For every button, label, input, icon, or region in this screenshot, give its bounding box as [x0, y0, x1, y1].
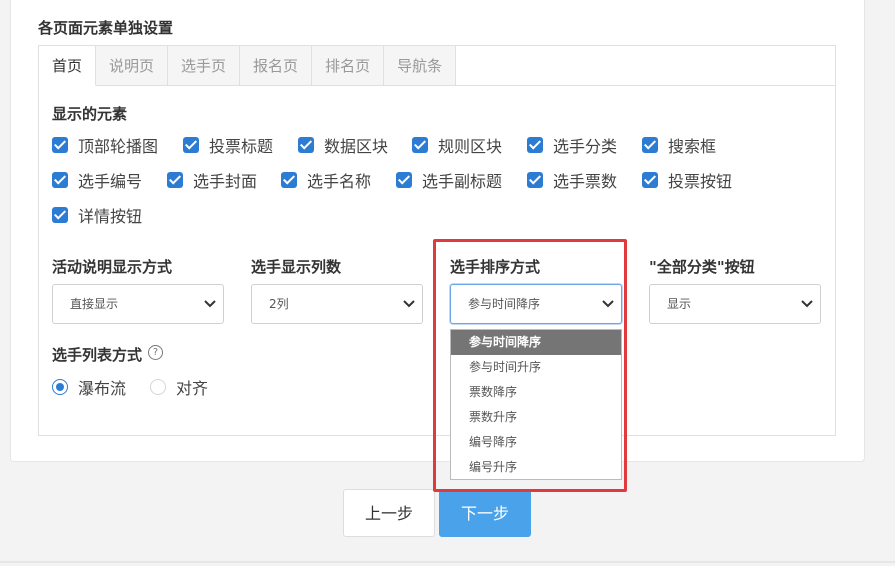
checkbox-label: 选手分类	[553, 137, 618, 156]
page-tabs: 首页 说明页 选手页 报名页 排名页 导航条	[39, 46, 457, 86]
list-mode-label: 选手列表方式	[52, 346, 143, 364]
chevron-down-icon	[602, 300, 614, 308]
chevron-down-icon	[801, 300, 813, 308]
checkbox-detail-button[interactable]: 详情按钮	[52, 203, 142, 227]
dropdown-option[interactable]: 票数升序	[451, 405, 621, 430]
checkbox-contestant-subtitle[interactable]: 选手副标题	[396, 168, 502, 192]
tab-ranking[interactable]: 排名页	[312, 46, 385, 86]
checkbox-search-box[interactable]: 搜索框	[642, 133, 716, 157]
page-bottom-divider	[0, 561, 895, 563]
checkbox-label: 选手副标题	[422, 172, 503, 191]
columns-select[interactable]: 2列	[251, 284, 423, 324]
checkbox-label: 选手票数	[553, 172, 618, 191]
checkbox-checked-icon	[298, 137, 314, 153]
checkbox-checked-icon	[642, 172, 658, 188]
checkbox-contestant-name[interactable]: 选手名称	[281, 168, 371, 192]
columns-label: 选手显示列数	[251, 258, 342, 276]
checkbox-checked-icon	[183, 137, 199, 153]
radio-unselected-icon	[150, 379, 166, 395]
dropdown-option[interactable]: 参与时间升序	[451, 355, 621, 380]
radio-selected-icon	[52, 379, 68, 395]
tab-signup[interactable]: 报名页	[240, 46, 313, 86]
checkbox-data-block[interactable]: 数据区块	[298, 133, 388, 157]
checkbox-label: 投票按钮	[668, 172, 733, 191]
all-category-button-select[interactable]: 显示	[649, 284, 821, 324]
radio-waterfall[interactable]: 瀑布流	[52, 375, 126, 399]
next-step-button[interactable]: 下一步	[439, 489, 531, 537]
dropdown-option[interactable]: 编号降序	[451, 430, 621, 455]
checkbox-label: 选手名称	[307, 172, 372, 191]
checkbox-rules-block[interactable]: 规则区块	[412, 133, 502, 157]
dropdown-option[interactable]: 票数降序	[451, 380, 621, 405]
elements-label: 显示的元素	[52, 105, 128, 123]
checkbox-label: 规则区块	[438, 137, 503, 156]
select-value: 2列	[269, 297, 289, 311]
radio-label: 对齐	[176, 379, 209, 398]
checkbox-contestant-category[interactable]: 选手分类	[527, 133, 617, 157]
checkbox-label: 搜索框	[668, 137, 717, 156]
all-category-button-label: "全部分类"按钮	[649, 258, 755, 276]
chevron-down-icon	[403, 300, 415, 308]
prev-step-button[interactable]: 上一步	[343, 489, 435, 537]
sort-order-dropdown: 参与时间降序 参与时间升序 票数降序 票数升序 编号降序 编号升序	[450, 329, 622, 480]
checkbox-label: 顶部轮播图	[78, 137, 159, 156]
radio-align[interactable]: 对齐	[150, 375, 208, 399]
checkbox-checked-icon	[52, 137, 68, 153]
sort-order-select[interactable]: 参与时间降序	[450, 284, 622, 324]
dropdown-option[interactable]: 编号升序	[451, 455, 621, 480]
checkbox-top-carousel[interactable]: 顶部轮播图	[52, 133, 158, 157]
dropdown-option[interactable]: 参与时间降序	[451, 330, 621, 355]
select-value: 显示	[667, 297, 692, 311]
checkbox-checked-icon	[52, 207, 68, 223]
description-display-select[interactable]: 直接显示	[52, 284, 224, 324]
sort-order-label: 选手排序方式	[450, 258, 541, 276]
checkbox-contestant-cover[interactable]: 选手封面	[167, 168, 257, 192]
checkbox-vote-title[interactable]: 投票标题	[183, 133, 273, 157]
checkbox-checked-icon	[412, 137, 428, 153]
checkbox-contestant-votes[interactable]: 选手票数	[527, 168, 617, 192]
chevron-down-icon	[204, 300, 216, 308]
checkbox-label: 数据区块	[324, 137, 389, 156]
select-value: 直接显示	[70, 297, 119, 311]
checkbox-checked-icon	[642, 137, 658, 153]
checkbox-checked-icon	[167, 172, 183, 188]
section-title: 各页面元素单独设置	[38, 19, 174, 37]
tab-description[interactable]: 说明页	[96, 46, 169, 86]
checkbox-checked-icon	[527, 172, 543, 188]
tab-navbar[interactable]: 导航条	[384, 46, 457, 86]
checkbox-checked-icon	[396, 172, 412, 188]
checkbox-checked-icon	[281, 172, 297, 188]
checkbox-label: 选手封面	[193, 172, 258, 191]
checkbox-label: 详情按钮	[78, 207, 143, 226]
checkbox-vote-button[interactable]: 投票按钮	[642, 168, 732, 192]
description-display-label: 活动说明显示方式	[52, 258, 173, 276]
checkbox-label: 投票标题	[209, 137, 274, 156]
select-value: 参与时间降序	[468, 297, 541, 311]
tab-home[interactable]: 首页	[39, 46, 97, 86]
checkbox-checked-icon	[527, 137, 543, 153]
checkbox-checked-icon	[52, 172, 68, 188]
checkbox-contestant-number[interactable]: 选手编号	[52, 168, 142, 192]
tab-contestant[interactable]: 选手页	[168, 46, 241, 86]
radio-label: 瀑布流	[78, 379, 127, 398]
checkbox-label: 选手编号	[78, 172, 143, 191]
help-icon[interactable]: ?	[148, 345, 163, 360]
